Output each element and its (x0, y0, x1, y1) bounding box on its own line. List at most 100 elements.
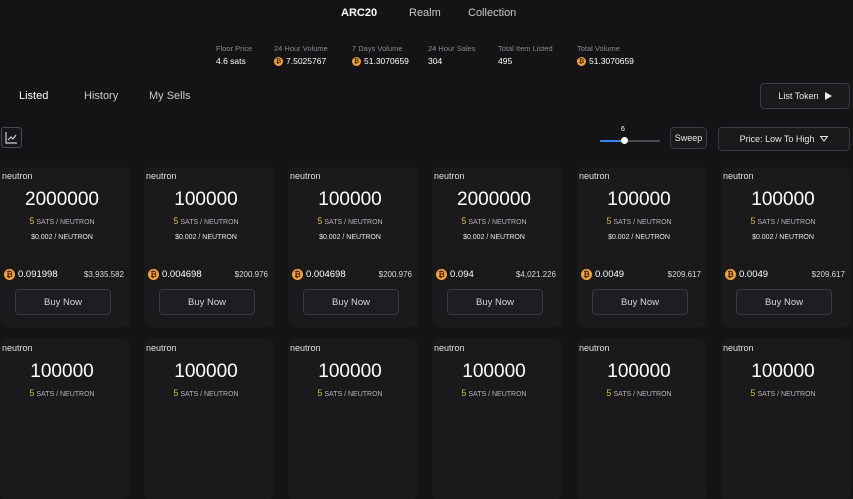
top-tab-bar: ARC20 Realm Collection (0, 0, 853, 28)
listing-total-usd: $200.976 (234, 270, 268, 279)
stat-value: 304 (428, 56, 476, 66)
stat-floor-price: Floor Price 4.6 sats (216, 44, 252, 66)
usd-per-token: $0.002 / NEUTRON (31, 234, 93, 241)
listing-card[interactable]: neutron 100000 5 SATS / NEUTRON $0.002 / NE… (721, 167, 851, 327)
token-amount: 2000000 (457, 189, 531, 210)
sweep-button[interactable]: Sweep (670, 127, 707, 149)
stat-24h-sales: 24 Hour Sales 304 (428, 44, 476, 66)
sort-select-value: Price: Low To High (739, 134, 815, 144)
token-amount: 100000 (462, 361, 526, 382)
stat-label: Total Volume (577, 44, 620, 53)
usd-per-token: $0.002 / NEUTRON (752, 234, 814, 241)
sats-value: 5 (29, 388, 35, 398)
stat-label: 24 Hour Volume (274, 44, 328, 53)
buy-now-button[interactable]: Buy Now (447, 289, 543, 315)
sats-value: 5 (606, 388, 612, 398)
sats-per-token: 5 SATS / NEUTRON (288, 216, 412, 226)
listing-price: ₿ 0.094 (436, 269, 474, 280)
tab-arc20[interactable]: ARC20 (341, 7, 377, 19)
stat-value: 4.6 sats (216, 56, 252, 66)
listing-card[interactable]: neutron 100000 5 SATS / NEUTRON (577, 339, 707, 499)
listing-total-usd: $4,021.226 (515, 270, 556, 279)
sats-per-token: 5 SATS / NEUTRON (721, 388, 845, 398)
buy-now-button[interactable]: Buy Now (592, 289, 688, 315)
sats-per-token: 5 SATS / NEUTRON (721, 216, 845, 226)
token-amount: 100000 (174, 189, 238, 210)
sats-unit: SATS / NEUTRON (613, 219, 672, 226)
buy-now-button[interactable]: Buy Now (736, 289, 832, 315)
buy-now-button[interactable]: Buy Now (159, 289, 255, 315)
sweep-slider[interactable]: 6 (600, 126, 660, 150)
listing-price-value: 0.004698 (306, 269, 346, 280)
token-amount: 100000 (751, 189, 815, 210)
listing-card[interactable]: neutron 100000 5 SATS / NEUTRON $0.002 / NE… (144, 167, 274, 327)
listing-card[interactable]: neutron 2000000 5 SATS / NEUTRON $0.002 / N… (432, 167, 562, 327)
listing-total-usd: $209.617 (667, 270, 701, 279)
sats-unit: SATS / NEUTRON (613, 391, 672, 398)
stat-label: 24 Hour Sales (428, 44, 476, 53)
token-name: neutron (2, 343, 33, 353)
sats-unit: SATS / NEUTRON (324, 219, 383, 226)
buy-now-button[interactable]: Buy Now (15, 289, 111, 315)
token-name: neutron (146, 343, 177, 353)
chevron-down-icon (820, 136, 829, 142)
sats-per-token: 5 SATS / NEUTRON (144, 388, 268, 398)
sats-value: 5 (461, 216, 467, 226)
listing-price: ₿ 0.004698 (148, 269, 202, 280)
bitcoin-icon: ₿ (725, 269, 736, 280)
sats-value: 5 (461, 388, 467, 398)
sats-unit: SATS / NEUTRON (36, 391, 95, 398)
listing-card[interactable]: neutron 100000 5 SATS / NEUTRON (721, 339, 851, 499)
sats-per-token: 5 SATS / NEUTRON (0, 216, 124, 226)
stat-value-text: 304 (428, 56, 443, 66)
stat-24h-volume: 24 Hour Volume ₿ 7.5025767 (274, 44, 328, 66)
tab-listed[interactable]: Listed (19, 90, 48, 102)
sats-value: 5 (173, 388, 179, 398)
stat-value-text: 51.3070659 (589, 56, 634, 66)
tab-collection[interactable]: Collection (468, 7, 516, 19)
sats-per-token: 5 SATS / NEUTRON (432, 388, 556, 398)
tab-realm[interactable]: Realm (409, 7, 441, 19)
token-amount: 100000 (751, 361, 815, 382)
token-amount: 100000 (318, 189, 382, 210)
sats-unit: SATS / NEUTRON (180, 391, 239, 398)
listing-total-usd: $200.976 (378, 270, 412, 279)
sort-select[interactable]: Price: Low To High (718, 127, 850, 151)
listing-card[interactable]: neutron 100000 5 SATS / NEUTRON (432, 339, 562, 499)
token-amount: 100000 (318, 361, 382, 382)
list-token-button[interactable]: List Token (760, 83, 850, 109)
buy-now-button[interactable]: Buy Now (303, 289, 399, 315)
sats-value: 5 (173, 216, 179, 226)
stat-value: 495 (498, 56, 553, 66)
listing-card[interactable]: neutron 100000 5 SATS / NEUTRON $0.002 / NE… (288, 167, 418, 327)
tab-history[interactable]: History (84, 90, 118, 102)
token-name: neutron (2, 171, 33, 181)
listing-price-value: 0.091998 (18, 269, 58, 280)
token-name: neutron (579, 343, 610, 353)
sats-value: 5 (317, 388, 323, 398)
listing-card[interactable]: neutron 2000000 5 SATS / NEUTRON $0.002 / N… (0, 167, 130, 327)
sats-per-token: 5 SATS / NEUTRON (0, 388, 124, 398)
token-name: neutron (723, 343, 754, 353)
token-name: neutron (579, 171, 610, 181)
slider-handle[interactable] (620, 137, 628, 144)
listing-card[interactable]: neutron 100000 5 SATS / NEUTRON (0, 339, 130, 499)
token-name: neutron (723, 171, 754, 181)
listing-price-value: 0.0049 (595, 269, 625, 280)
bitcoin-icon: ₿ (436, 269, 447, 280)
chart-toggle-button[interactable] (1, 127, 22, 148)
token-name: neutron (146, 171, 177, 181)
listing-card[interactable]: neutron 100000 5 SATS / NEUTRON (288, 339, 418, 499)
tab-my-sells[interactable]: My Sells (149, 90, 191, 102)
listing-card[interactable]: neutron 100000 5 SATS / NEUTRON (144, 339, 274, 499)
stat-label: Floor Price (216, 44, 253, 53)
bitcoin-icon: ₿ (581, 269, 592, 280)
sats-per-token: 5 SATS / NEUTRON (577, 216, 701, 226)
token-amount: 100000 (174, 361, 238, 382)
listing-card[interactable]: neutron 100000 5 SATS / NEUTRON $0.002 / NE… (577, 167, 707, 327)
token-name: neutron (434, 171, 465, 181)
token-name: neutron (290, 343, 321, 353)
stat-value-text: 7.5025767 (286, 56, 327, 66)
token-name: neutron (434, 343, 465, 353)
stat-label: Total Item Listed (498, 44, 553, 53)
